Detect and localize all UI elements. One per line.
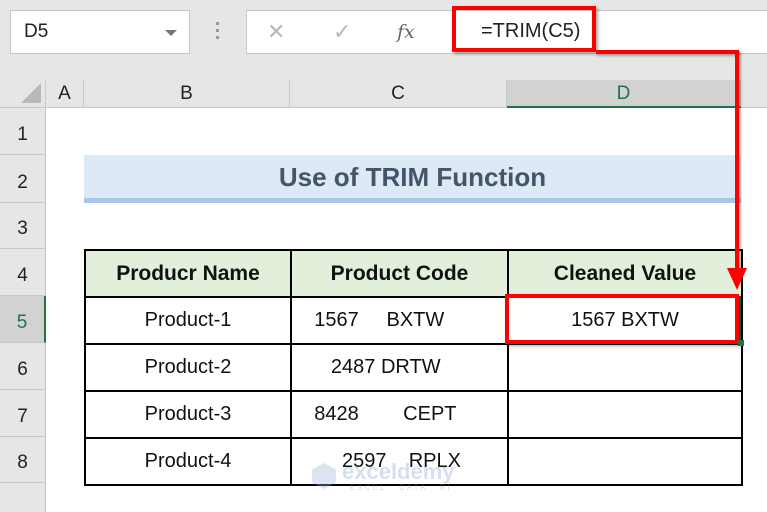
row-header-5[interactable]: 5 xyxy=(0,296,46,343)
drag-handle-icon[interactable] xyxy=(216,22,220,44)
header-producr-name[interactable]: Producr Name xyxy=(84,249,292,298)
cell-name[interactable]: Product-4 xyxy=(84,437,292,486)
watermark-tagline: EXCEL · DATA · BI xyxy=(350,483,452,492)
cancel-icon[interactable]: ✕ xyxy=(267,19,285,45)
header-product-code[interactable]: Product Code xyxy=(290,249,509,298)
select-all-icon xyxy=(21,83,41,103)
arrow-down-icon xyxy=(727,268,747,290)
cell-cleaned[interactable] xyxy=(507,390,743,439)
table-header-row: Producr Name Product Code Cleaned Value xyxy=(84,249,743,298)
header-cleaned-value[interactable]: Cleaned Value xyxy=(507,249,743,298)
cell-code[interactable]: 8428 CEPT xyxy=(290,390,509,439)
formula-toolbar: D5 ✕ ✓ fx =TRIM(C5) xyxy=(0,0,767,80)
cell-code[interactable]: 1567 BXTW xyxy=(290,296,509,345)
row-header-6[interactable]: 6 xyxy=(0,343,46,390)
annotation-arrow-line xyxy=(596,50,739,54)
insert-function-icon[interactable]: fx xyxy=(397,21,415,43)
column-header-d[interactable]: D xyxy=(507,80,741,108)
column-header-a[interactable]: A xyxy=(46,80,84,108)
row-header-8[interactable]: 8 xyxy=(0,437,46,483)
highlight-box-result xyxy=(505,294,739,344)
cell-name[interactable]: Product-3 xyxy=(84,390,292,439)
row-header-2[interactable]: 2 xyxy=(0,155,46,203)
row-header-4[interactable]: 4 xyxy=(0,249,46,296)
cell-cleaned[interactable] xyxy=(507,437,743,486)
column-header-c[interactable]: C xyxy=(290,80,507,108)
cell-name[interactable]: Product-2 xyxy=(84,343,292,392)
table-row: Product-3 8428 CEPT xyxy=(84,390,743,439)
sheet-title[interactable]: Use of TRIM Function xyxy=(84,155,741,203)
cell-code[interactable]: 2487 DRTW xyxy=(290,343,509,392)
row-header-1[interactable]: 1 xyxy=(0,108,46,155)
row-header-9[interactable] xyxy=(0,483,46,512)
name-box[interactable]: D5 xyxy=(10,10,190,54)
enter-icon[interactable]: ✓ xyxy=(333,19,351,45)
column-header-e[interactable] xyxy=(741,80,767,108)
cell-cleaned[interactable] xyxy=(507,343,743,392)
watermark-brand: exceldemy xyxy=(342,459,455,484)
row-header-3[interactable]: 3 xyxy=(0,203,46,249)
highlight-box-formula xyxy=(452,6,596,52)
table-row: Product-2 2487 DRTW xyxy=(84,343,743,392)
cell-name[interactable]: Product-1 xyxy=(84,296,292,345)
name-box-value: D5 xyxy=(24,21,49,42)
select-all-button[interactable] xyxy=(0,80,46,108)
annotation-arrow-line xyxy=(735,50,739,270)
chevron-down-icon[interactable] xyxy=(165,30,177,36)
fill-handle[interactable] xyxy=(738,340,744,346)
row-header-7[interactable]: 7 xyxy=(0,390,46,437)
column-header-b[interactable]: B xyxy=(84,80,290,108)
data-table: Producr Name Product Code Cleaned Value … xyxy=(84,249,743,486)
